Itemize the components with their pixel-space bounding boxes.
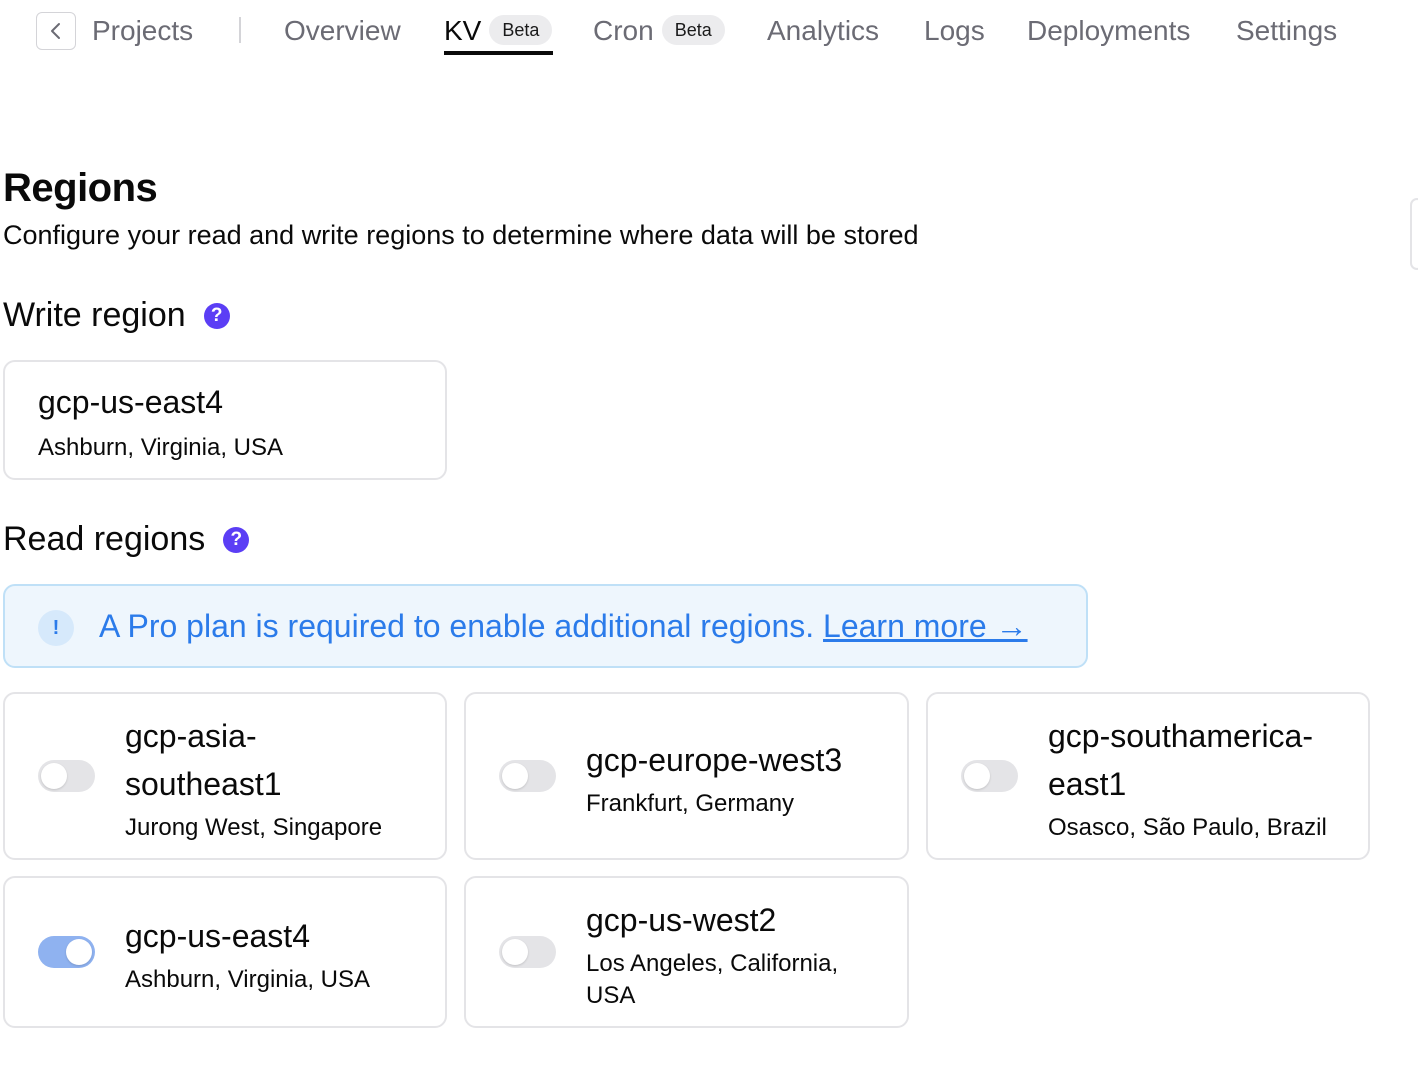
banner-text: A Pro plan is required to enable additio… [99, 608, 815, 644]
region-name: gcp-asia-southeast1 [125, 712, 382, 808]
write-region-heading: Write region ? [3, 296, 230, 335]
region-toggle[interactable] [38, 760, 95, 792]
beta-badge: Beta [661, 15, 725, 45]
region-name-line: southeast1 [125, 766, 282, 802]
nav-divider [239, 17, 241, 43]
region-location: Jurong West, Singapore [125, 814, 383, 841]
back-button[interactable] [36, 12, 76, 50]
page-subtitle: Configure your read and write regions to… [3, 220, 919, 250]
nav-tab-settings[interactable]: Settings [1236, 14, 1337, 48]
toggle-knob [502, 763, 528, 789]
active-tab-indicator [444, 51, 553, 55]
nav-projects-link[interactable]: Projects [92, 14, 193, 48]
help-icon[interactable]: ? [223, 526, 250, 553]
learn-more-link[interactable]: Learn more → [823, 608, 1028, 644]
write-region-heading-text: Write region [3, 296, 186, 334]
region-location-line: USA [586, 982, 636, 1009]
nav-tab-overview[interactable]: Overview [284, 14, 401, 48]
region-name-line: east1 [1048, 766, 1127, 802]
write-region-name: gcp-us-east4 [38, 384, 223, 420]
region-info: gcp-europe-west3 Frankfurt, Germany [586, 736, 842, 820]
region-name: gcp-europe-west3 [586, 742, 843, 778]
region-location: Ashburn, Virginia, USA [125, 966, 371, 993]
nav-tab-logs[interactable]: Logs [924, 14, 985, 48]
offscreen-panel-edge [1410, 198, 1418, 270]
region-location: Los Angeles, California, USA [586, 948, 838, 1012]
read-regions-heading: Read regions ? [3, 520, 250, 559]
region-toggle[interactable] [499, 936, 556, 968]
toggle-knob [41, 763, 67, 789]
region-toggle[interactable] [961, 760, 1018, 792]
nav-tab-analytics[interactable]: Analytics [767, 14, 879, 48]
region-location-line: Los Angeles, California, [586, 950, 839, 977]
help-icon[interactable]: ? [203, 302, 230, 329]
region-name: gcp-southamerica-east1 [1048, 712, 1327, 808]
region-location: Frankfurt, Germany [586, 790, 795, 817]
nav-tab-kv[interactable]: KV Beta [444, 14, 553, 48]
nav-tab-kv-label: KV [444, 15, 482, 46]
region-name: gcp-us-west2 [586, 902, 777, 938]
region-info: gcp-southamerica-east1 Osasco, São Paulo… [1048, 712, 1327, 844]
beta-badge: Beta [489, 15, 553, 45]
page-title: Regions [3, 166, 158, 210]
region-name-line: gcp-asia- [125, 718, 257, 754]
chevron-left-icon [51, 23, 60, 39]
info-icon: ! [38, 610, 74, 646]
nav-tab-cron[interactable]: Cron Beta [593, 14, 725, 48]
region-name-line: gcp-southamerica- [1048, 718, 1313, 754]
toggle-knob [964, 763, 990, 789]
region-info: gcp-asia-southeast1 Jurong West, Singapo… [125, 712, 382, 844]
region-name: gcp-us-east4 [125, 918, 310, 954]
write-region-location: Ashburn, Virginia, USA [38, 434, 284, 461]
region-toggle[interactable] [499, 760, 556, 792]
region-info: gcp-us-west2 Los Angeles, California, USA [586, 896, 838, 1012]
write-region-card: gcp-us-east4 Ashburn, Virginia, USA [3, 360, 447, 480]
read-region-card: gcp-us-west2 Los Angeles, California, USA [464, 876, 909, 1028]
read-regions-heading-text: Read regions [3, 520, 206, 558]
read-region-card: gcp-southamerica-east1 Osasco, São Paulo… [926, 692, 1370, 860]
nav-tab-cron-label: Cron [593, 15, 654, 46]
top-nav: Projects Overview KV Beta Cron Beta Analyt… [0, 0, 1418, 70]
read-region-card: gcp-us-east4 Ashburn, Virginia, USA [3, 876, 447, 1028]
region-toggle[interactable] [38, 936, 95, 968]
read-region-card: gcp-europe-west3 Frankfurt, Germany [464, 692, 909, 860]
toggle-knob [66, 939, 92, 965]
nav-tab-deployments[interactable]: Deployments [1027, 14, 1190, 48]
read-region-card: gcp-asia-southeast1 Jurong West, Singapo… [3, 692, 447, 860]
banner-message: A Pro plan is required to enable additio… [99, 608, 1028, 645]
region-location: Osasco, São Paulo, Brazil [1048, 814, 1327, 841]
region-info: gcp-us-east4 Ashburn, Virginia, USA [125, 912, 370, 996]
pro-plan-banner: ! A Pro plan is required to enable addit… [3, 584, 1088, 668]
toggle-knob [502, 939, 528, 965]
